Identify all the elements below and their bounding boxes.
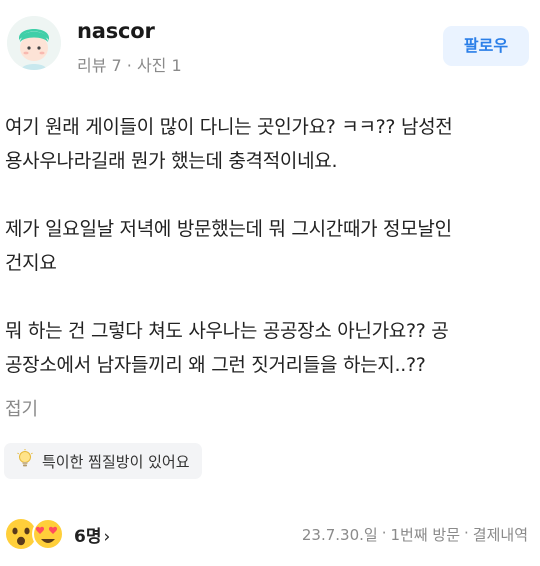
- lightbulb-icon: [14, 448, 36, 474]
- surprised-emoji-icon: [6, 519, 36, 549]
- visit-info: 23.7.30.일 · 1번째 방문 · 결제내역: [302, 524, 528, 545]
- keyword-tag-label: 특이한 찜질방이 있어요: [42, 452, 190, 471]
- review-text: 여기 원래 게이들이 많이 다니는 곳인가요? ㅋㅋ?? 남성전 용사우나라길래…: [5, 110, 535, 382]
- fold-link[interactable]: 접기: [5, 395, 38, 421]
- review-paragraph: 제가 일요일날 저녁에 방문했는데 뭐 그시간때가 정모날인 건지요: [5, 218, 452, 274]
- reaction-icons[interactable]: [4, 514, 66, 552]
- chevron-right-icon: ›: [103, 527, 111, 547]
- avatar[interactable]: [7, 16, 61, 70]
- username[interactable]: nascor: [77, 19, 155, 43]
- visit-count: 1번째 방문: [390, 526, 461, 544]
- reaction-count: 6명: [74, 527, 102, 547]
- separator-dot: ·: [464, 524, 469, 542]
- reaction-count-button[interactable]: 6명 ›: [74, 522, 110, 547]
- review-footer: 6명 › 23.7.30.일 · 1번째 방문 · 결제내역: [0, 508, 540, 558]
- keyword-tag: 특이한 찜질방이 있어요: [4, 443, 202, 479]
- review-paragraph: 여기 원래 게이들이 많이 다니는 곳인가요? ㅋㅋ?? 남성전 용사우나라길래…: [5, 116, 453, 172]
- payment-method[interactable]: 결제내역: [473, 524, 528, 545]
- visit-date: 23.7.30.일: [301, 526, 378, 544]
- review-paragraph: 뭐 하는 건 그렇다 쳐도 사우나는 공공장소 아닌가요?? 공 공장소에서 남…: [5, 320, 449, 376]
- heart-eyes-emoji-icon: [32, 518, 64, 550]
- separator-dot: ·: [381, 524, 387, 542]
- user-stats: 리뷰 7 · 사진 1: [77, 56, 182, 75]
- follow-button[interactable]: 팔로우: [443, 26, 529, 66]
- review-header: nascor 리뷰 7 · 사진 1 팔로우: [0, 0, 540, 100]
- avatar-illustration: [7, 16, 61, 70]
